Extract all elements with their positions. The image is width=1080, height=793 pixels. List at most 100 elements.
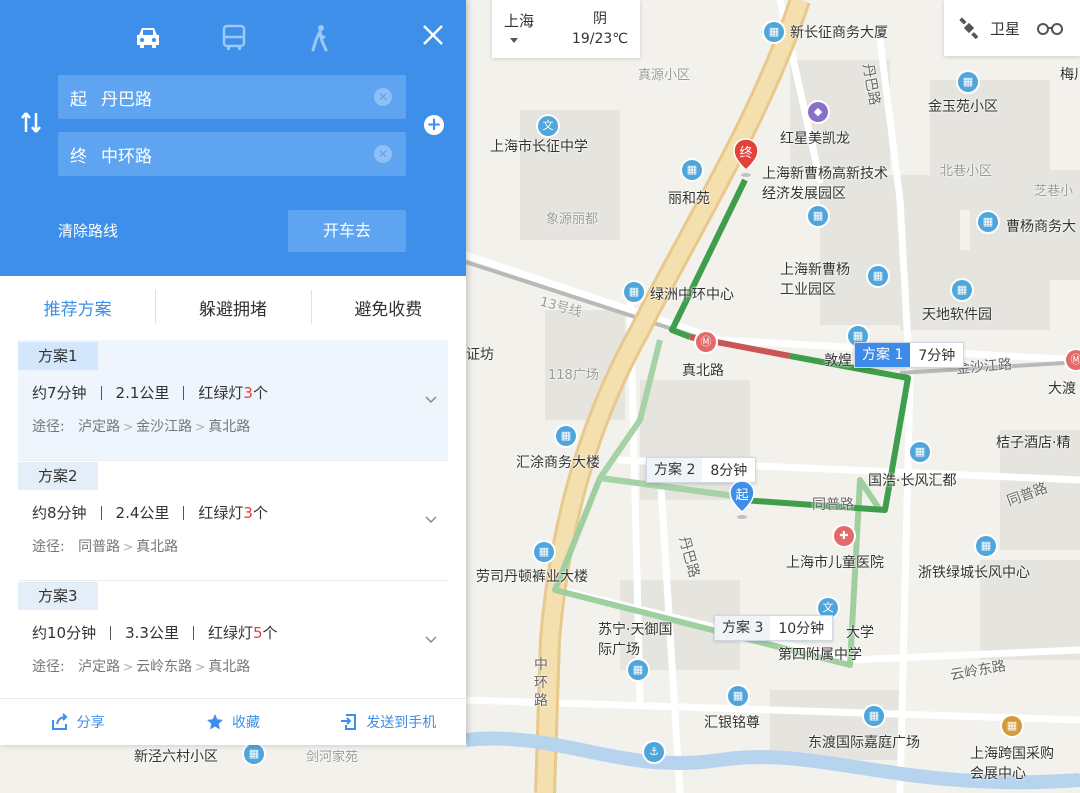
start-value: 丹巴路 [101, 89, 152, 110]
chevron-down-icon[interactable] [424, 392, 438, 406]
mode-bus[interactable] [214, 18, 254, 58]
building-icon: ▦ [808, 206, 828, 226]
chevron-down-icon [510, 37, 518, 43]
map-label: 剑河家苑 [306, 750, 359, 765]
car-icon [137, 28, 159, 48]
building-icon: ▦ [628, 660, 648, 680]
map-label: 新泾六村小区 [134, 749, 218, 765]
route-tag-time: 10分钟 [778, 621, 825, 637]
bus-icon [222, 24, 246, 50]
building-icon: ▦ [556, 426, 576, 446]
layer-switcher[interactable]: 卫星 [944, 0, 1080, 56]
close-icon[interactable] [416, 18, 450, 52]
map-label: 上海跨国采购会展中心 [970, 746, 1054, 782]
favorite-button[interactable]: 收藏 [155, 712, 310, 732]
panorama-icon[interactable] [1036, 18, 1064, 38]
map-label: 证坊 [466, 347, 494, 363]
plan-stats: 约8分钟 2.4公里 红绿灯3个 [32, 502, 268, 523]
via-road: 真北路 [208, 659, 251, 675]
tab-recommended[interactable]: 推荐方案 [0, 276, 155, 338]
plan-name: 方案2 [18, 462, 98, 490]
share-icon [51, 713, 68, 730]
map-label: 东渡国际嘉庭广场 [808, 735, 920, 751]
tab-avoid-toll[interactable]: 避免收费 [310, 276, 466, 338]
via-label: 途径: [32, 659, 65, 675]
add-waypoint-icon[interactable]: + [424, 115, 444, 135]
via-road: 泸定路 [78, 659, 121, 675]
mode-walk[interactable] [300, 18, 340, 58]
plan-lights: 3 [243, 504, 253, 522]
clear-route-link[interactable]: 清除路线 [58, 220, 118, 241]
map-label: 浙铁绿城长风中心 [918, 565, 1030, 581]
route-plan-1[interactable]: 方案1 约7分钟 2.1公里 红绿灯3个 途径: 泸定路 > 金沙江路 > 真北路 [18, 340, 448, 460]
chevron-down-icon[interactable] [424, 632, 438, 646]
send-to-phone-button[interactable]: 发送到手机 [311, 712, 466, 732]
mode-car[interactable] [128, 18, 168, 58]
building-icon: ▦ [864, 706, 884, 726]
plan-lights-suffix: 个 [252, 384, 268, 402]
building-icon: ▦ [958, 72, 978, 92]
plan-time: 约10分钟 [32, 624, 97, 642]
end-marker[interactable]: 终 [733, 138, 759, 178]
building-icon: ▦ [910, 442, 930, 462]
route-plan-3[interactable]: 方案3 约10分钟 3.3公里 红绿灯5个 途径: 泸定路 > 云岭东路 > 真北路 [18, 580, 448, 700]
map-label: 上海市儿童医院 [786, 555, 884, 571]
start-prefix: 起 [70, 89, 87, 110]
route-plan-2[interactable]: 方案2 约8分钟 2.4公里 红绿灯3个 途径: 同普路 > 真北路 [18, 460, 448, 580]
city-selector[interactable]: 上海 [504, 10, 542, 49]
building-icon: ▦ [534, 542, 554, 562]
map-label: 上海市长征中学 [490, 139, 588, 155]
clear-icon[interactable]: ✕ [374, 145, 392, 163]
anchor-icon: ⚓ [644, 742, 664, 762]
map-label: 天地软件园 [922, 307, 992, 323]
drive-button[interactable]: 开车去 [288, 210, 406, 252]
metro-station-icon: Ⓜ [1066, 350, 1080, 370]
route-search-header: 起 丹巴路 ✕ 终 中环路 ✕ + 清除路线 开车去 [0, 0, 466, 276]
end-prefix: 终 [70, 146, 87, 167]
map-label: 敦煌 [824, 353, 852, 369]
map-label: 红星美凯龙 [780, 131, 850, 147]
map-label: 真源小区 [638, 68, 691, 83]
plan-distance: 2.4公里 [115, 504, 170, 522]
metro-station-icon: Ⓜ [696, 332, 716, 352]
building-icon: ▦ [624, 282, 644, 302]
chevron-down-icon[interactable] [424, 512, 438, 526]
plan-lights: 5 [252, 624, 263, 642]
plan-lights-prefix: 红绿灯 [207, 624, 253, 642]
plan-lights-prefix: 红绿灯 [198, 384, 244, 402]
map-label: 汇涂商务大楼 [516, 455, 600, 471]
map-label: 上海新曹杨工业园区 [780, 262, 850, 298]
route-tag-plan-1[interactable]: 方案 1 7分钟 [854, 342, 965, 368]
swap-icon[interactable] [18, 110, 44, 136]
plan-stats: 约7分钟 2.1公里 红绿灯3个 [32, 382, 268, 403]
walk-icon [311, 25, 328, 52]
map-label: 大学 [846, 625, 874, 641]
end-input[interactable]: 终 中环路 ✕ [58, 132, 406, 176]
map-label: 汇银铭尊 [704, 715, 760, 731]
via-label: 途径: [32, 419, 65, 435]
weather-condition: 阴 [592, 11, 607, 27]
route-tag-plan-3[interactable]: 方案 3 10分钟 [714, 615, 834, 641]
satellite-label[interactable]: 卫星 [990, 18, 1020, 39]
start-marker[interactable]: 起 [729, 480, 755, 520]
start-input[interactable]: 起 丹巴路 ✕ [58, 75, 406, 119]
map-label: 芝巷小 [1034, 184, 1074, 199]
send-to-phone-icon [341, 714, 357, 730]
building-icon: ▦ [682, 160, 702, 180]
send-label: 发送到手机 [366, 715, 437, 731]
chevron-right-icon: > [123, 660, 134, 674]
weather-widget[interactable]: 上海 阴 19/23℃ [492, 0, 640, 58]
share-button[interactable]: 分享 [0, 712, 155, 732]
route-tag-name: 方案 1 [855, 343, 911, 367]
chevron-right-icon: > [123, 540, 134, 554]
plan-distance: 2.1公里 [115, 384, 170, 402]
via-road: 真北路 [136, 539, 179, 555]
school-icon: 文 [538, 116, 558, 136]
end-marker-label: 终 [739, 146, 753, 161]
map-label: 金玉苑小区 [928, 99, 998, 115]
clear-icon[interactable]: ✕ [374, 88, 392, 106]
satellite-icon [959, 17, 979, 39]
map-label: 丽和苑 [668, 191, 710, 207]
tab-avoid-congestion[interactable]: 躲避拥堵 [155, 276, 310, 338]
map-label: 劳司丹顿裤业大楼 [476, 569, 588, 585]
